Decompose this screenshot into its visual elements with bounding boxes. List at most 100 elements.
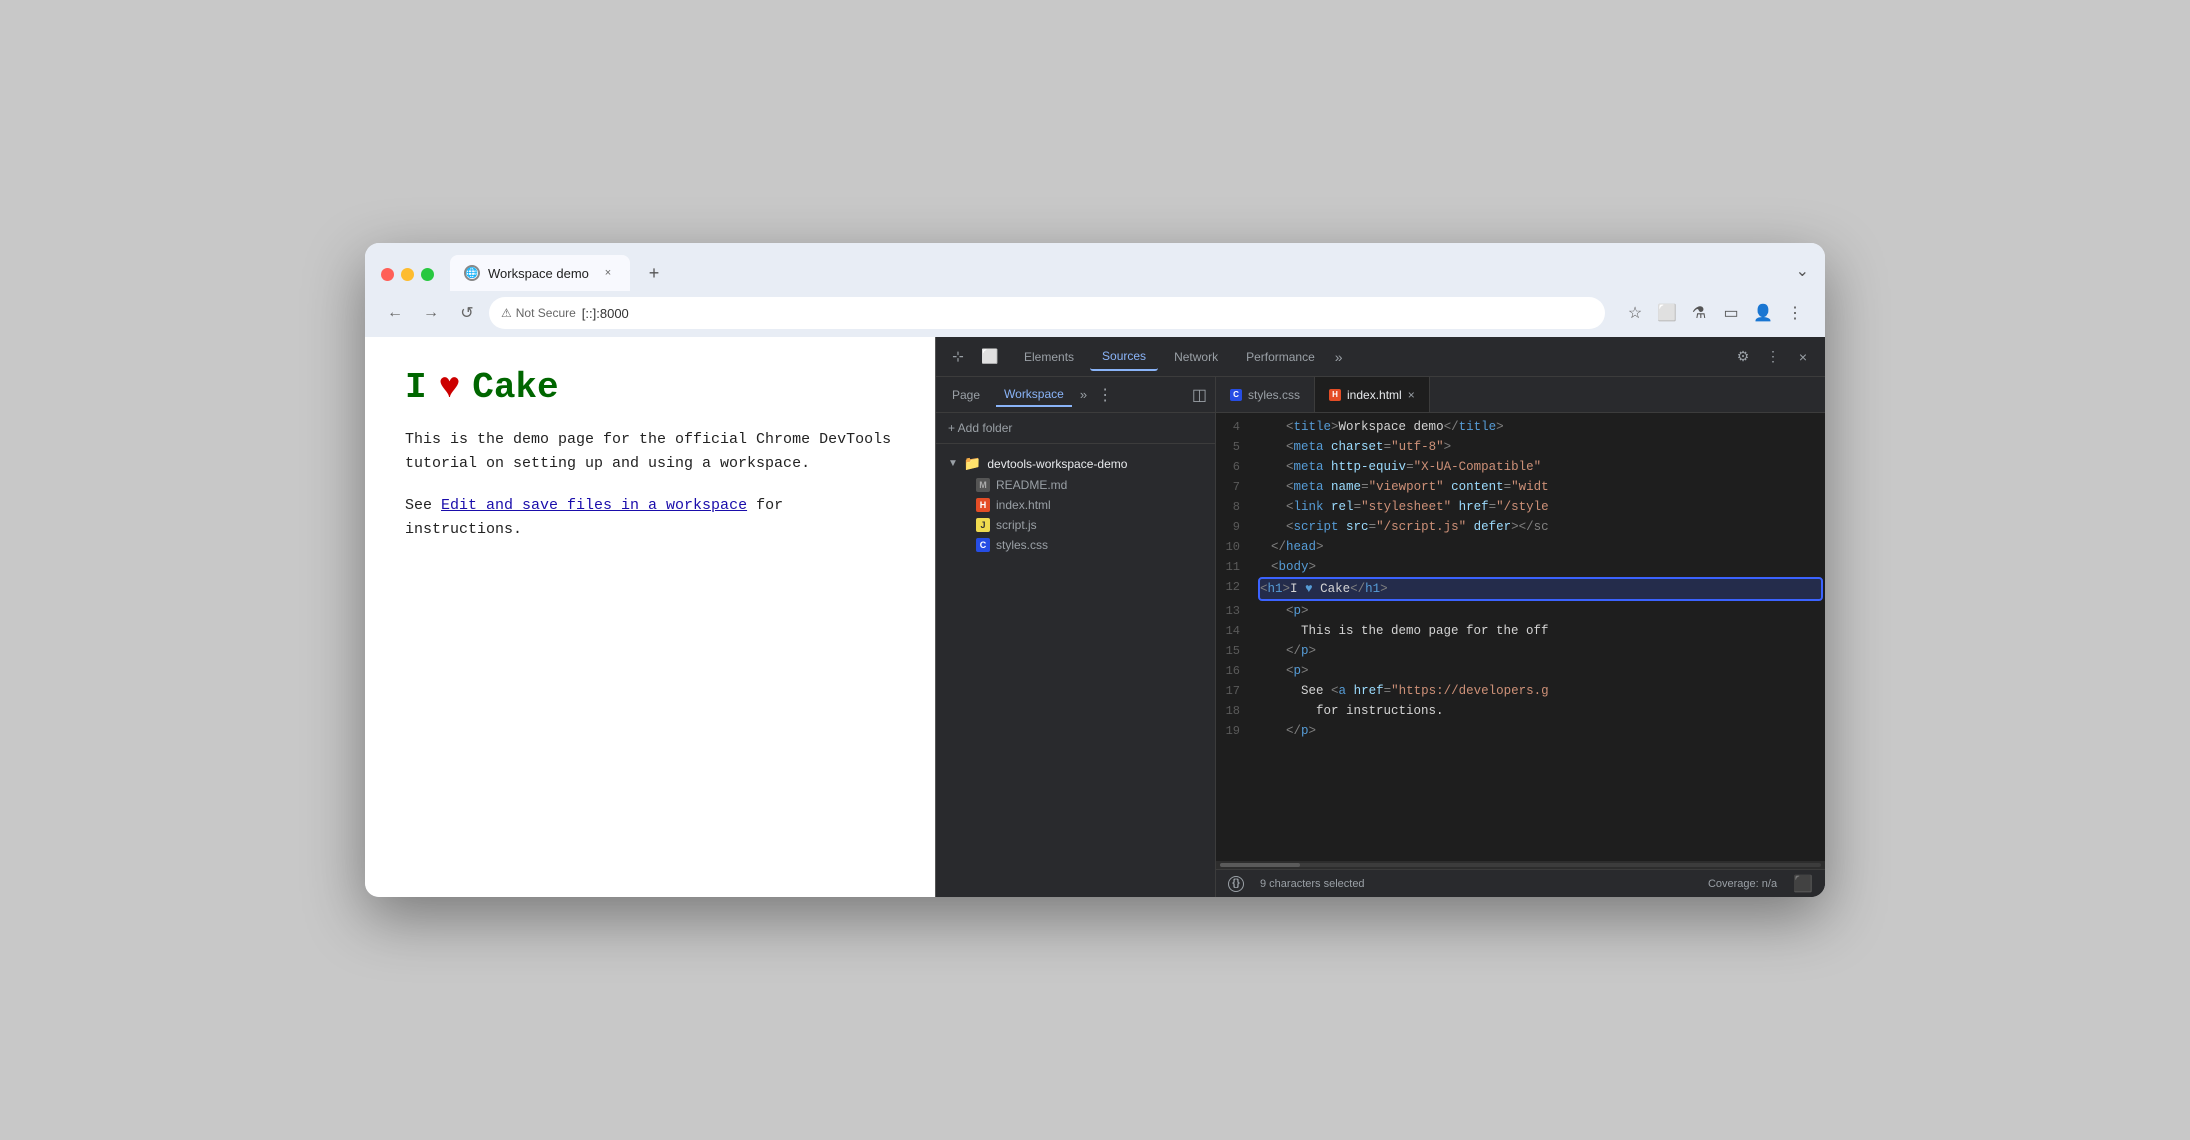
code-line-9: 9 <script src="/script.js" defer></sc bbox=[1216, 517, 1825, 537]
editor-tab-indexhtml[interactable]: H index.html × bbox=[1315, 377, 1430, 412]
tab-performance[interactable]: Performance bbox=[1234, 344, 1327, 370]
line-number-12: 12 bbox=[1216, 577, 1256, 597]
code-line-7: 7 <meta name="viewport" content="widt bbox=[1216, 477, 1825, 497]
line-content-16: <p> bbox=[1256, 661, 1825, 681]
minimize-traffic-light[interactable] bbox=[401, 268, 414, 281]
tab-expand-button[interactable]: ⌄ bbox=[1796, 261, 1809, 281]
workspace-link[interactable]: Edit and save files in a workspace bbox=[441, 497, 747, 514]
more-icon[interactable]: ⋮ bbox=[1781, 299, 1809, 327]
tabs-more-icon[interactable]: » bbox=[1331, 349, 1347, 365]
code-line-18: 18 for instructions. bbox=[1216, 701, 1825, 721]
line-content-8: <link rel="stylesheet" href="/style bbox=[1256, 497, 1825, 517]
file-scriptjs[interactable]: J script.js bbox=[972, 515, 1203, 535]
tab-network[interactable]: Network bbox=[1162, 344, 1230, 370]
sidebar-icon[interactable]: ▭ bbox=[1717, 299, 1745, 327]
url-text: [::]​:8000 bbox=[582, 306, 629, 321]
code-line-11: 11 <body> bbox=[1216, 557, 1825, 577]
scrollbar-thumb[interactable] bbox=[1220, 863, 1300, 867]
editor-scrollbar[interactable] bbox=[1216, 861, 1825, 869]
main-area: I ♥ Cake This is the demo page for the o… bbox=[365, 337, 1825, 897]
line-number-13: 13 bbox=[1216, 601, 1256, 621]
folder-arrow: ▼ bbox=[948, 458, 958, 469]
settings-icon[interactable]: ⚙ bbox=[1729, 343, 1757, 371]
tab-sources[interactable]: Sources bbox=[1090, 343, 1158, 371]
file-stylescss[interactable]: C styles.css bbox=[972, 535, 1203, 555]
line-number-14: 14 bbox=[1216, 621, 1256, 641]
line-content-5: <meta charset="utf-8"> bbox=[1256, 437, 1825, 457]
coverage-status: Coverage: n/a bbox=[1708, 878, 1777, 890]
editor-tab-stylescss[interactable]: C styles.css bbox=[1216, 377, 1315, 412]
editor-tabs: C styles.css H index.html × bbox=[1216, 377, 1825, 413]
page-paragraph-1: This is the demo page for the official C… bbox=[405, 428, 895, 476]
address-actions: ☆ ⬜ ⚗ ▭ 👤 ⋮ bbox=[1621, 299, 1809, 327]
browser-tab[interactable]: 🌐 Workspace demo × bbox=[450, 255, 630, 291]
tab-elements[interactable]: Elements bbox=[1012, 344, 1086, 370]
src-tab-dots[interactable]: ⋮ bbox=[1097, 385, 1113, 405]
file-indexhtml[interactable]: H index.html bbox=[972, 495, 1203, 515]
devtools-tabs: Elements Sources Network Performance » bbox=[1012, 343, 1725, 371]
forward-button[interactable]: → bbox=[417, 299, 445, 327]
new-tab-button[interactable]: + bbox=[638, 255, 670, 291]
file-name-readme: README.md bbox=[996, 478, 1067, 492]
customize-icon[interactable]: ⋮ bbox=[1759, 343, 1787, 371]
close-devtools-button[interactable]: × bbox=[1789, 343, 1817, 371]
line-content-17: See <a href="https://developers.g bbox=[1256, 681, 1825, 701]
src-sidebar-toggle[interactable]: ◫ bbox=[1192, 385, 1207, 405]
close-traffic-light[interactable] bbox=[381, 268, 394, 281]
p2-prefix: See bbox=[405, 497, 441, 514]
url-bar[interactable]: ⚠ Not Secure [::]​:8000 bbox=[489, 297, 1605, 329]
code-line-16: 16 <p> bbox=[1216, 661, 1825, 681]
line-content-7: <meta name="viewport" content="widt bbox=[1256, 477, 1825, 497]
flask-icon[interactable]: ⚗ bbox=[1685, 299, 1713, 327]
line-content-18: for instructions. bbox=[1256, 701, 1825, 721]
sources-sidebar: Page Workspace » ⋮ ◫ + Add folder bbox=[936, 377, 1216, 897]
screenshot-icon[interactable]: ⬛ bbox=[1793, 874, 1813, 894]
device-mode-icon[interactable]: ⬜ bbox=[976, 343, 1004, 371]
code-area[interactable]: 4 <title>Workspace demo</title> 5 <meta … bbox=[1216, 413, 1825, 861]
line-number-8: 8 bbox=[1216, 497, 1256, 517]
code-line-12: 12 <h1>I ♥ Cake</h1> bbox=[1216, 577, 1825, 601]
tab-label-stylescss: styles.css bbox=[1248, 388, 1300, 402]
line-number-18: 18 bbox=[1216, 701, 1256, 721]
line-content-15: </p> bbox=[1256, 641, 1825, 661]
line-content-12: <h1>I ♥ Cake</h1> bbox=[1258, 577, 1823, 601]
code-editor: C styles.css H index.html × 4 bbox=[1216, 377, 1825, 897]
bookmark-icon[interactable]: ☆ bbox=[1621, 299, 1649, 327]
editor-tab-close[interactable]: × bbox=[1408, 388, 1415, 402]
file-readme[interactable]: M README.md bbox=[972, 475, 1203, 495]
add-folder-button[interactable]: + Add folder bbox=[948, 421, 1203, 435]
tab-favicon: 🌐 bbox=[464, 265, 480, 281]
src-tab-more[interactable]: » bbox=[1080, 387, 1087, 402]
page-content: I ♥ Cake This is the demo page for the o… bbox=[365, 337, 935, 897]
profile-icon[interactable]: 👤 bbox=[1749, 299, 1777, 327]
folder-name: devtools-workspace-demo bbox=[987, 457, 1127, 471]
refresh-button[interactable]: ↺ bbox=[453, 299, 481, 327]
tab-label-indexhtml: index.html bbox=[1347, 388, 1402, 402]
sources-sidebar-tabs: Page Workspace » ⋮ ◫ bbox=[936, 377, 1215, 413]
devtools-toolbar: ⊹ ⬜ Elements Sources Network Performance… bbox=[936, 337, 1825, 377]
line-content-4: <title>Workspace demo</title> bbox=[1256, 417, 1825, 437]
maximize-traffic-light[interactable] bbox=[421, 268, 434, 281]
code-line-4: 4 <title>Workspace demo</title> bbox=[1216, 417, 1825, 437]
back-button[interactable]: ← bbox=[381, 299, 409, 327]
src-tab-page[interactable]: Page bbox=[944, 384, 988, 406]
inspector-icon[interactable]: ⊹ bbox=[944, 343, 972, 371]
line-number-9: 9 bbox=[1216, 517, 1256, 537]
folder-header[interactable]: ▼ 📁 devtools-workspace-demo bbox=[948, 452, 1203, 475]
line-number-19: 19 bbox=[1216, 721, 1256, 741]
line-content-10: </head> bbox=[1256, 537, 1825, 557]
page-heading: I ♥ Cake bbox=[405, 367, 895, 408]
code-line-14: 14 This is the demo page for the off bbox=[1216, 621, 1825, 641]
src-tab-workspace[interactable]: Workspace bbox=[996, 383, 1072, 407]
extension-icon[interactable]: ⬜ bbox=[1653, 299, 1681, 327]
line-content-6: <meta http-equiv="X-UA-Compatible" bbox=[1256, 457, 1825, 477]
dt-toolbar-right: ⚙ ⋮ × bbox=[1729, 343, 1817, 371]
format-icon[interactable]: {} bbox=[1228, 876, 1244, 892]
tab-close-button[interactable]: × bbox=[600, 265, 616, 281]
line-content-14: This is the demo page for the off bbox=[1256, 621, 1825, 641]
line-number-4: 4 bbox=[1216, 417, 1256, 437]
line-number-17: 17 bbox=[1216, 681, 1256, 701]
file-name-scriptjs: script.js bbox=[996, 518, 1037, 532]
code-line-10: 10 </head> bbox=[1216, 537, 1825, 557]
not-secure-indicator: ⚠ Not Secure bbox=[501, 306, 576, 320]
